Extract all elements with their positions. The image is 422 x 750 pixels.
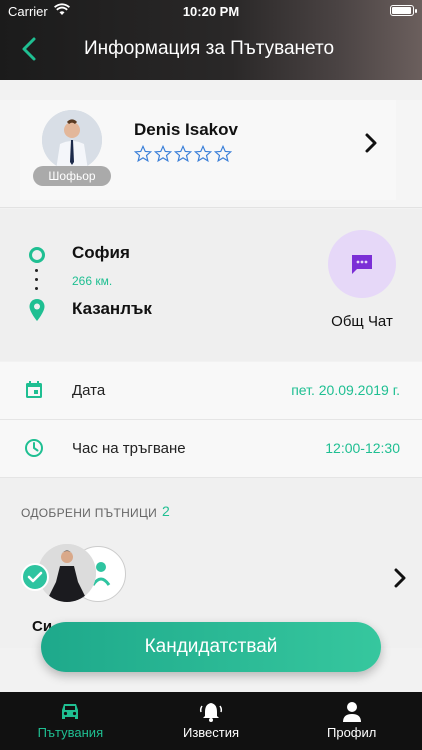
route-dots-icon [35,269,39,296]
star-icon [154,145,172,163]
date-label: Дата [72,382,106,399]
apply-button[interactable]: Кандидатствай [41,622,381,672]
car-icon [62,704,79,719]
departure-time-row: Час на тръгване 12:00-12:30 [0,420,422,478]
calendar-icon [26,381,42,398]
star-icon [214,145,232,163]
origin-circle-icon [29,247,45,263]
tab-bar: Пътувания Известия Профил [0,692,422,750]
date-row: Дата пет. 20.09.2019 г. [0,362,422,420]
route-section: София 266 км. Казанлък Общ Чат [0,209,422,361]
person-icon [342,702,361,722]
header-bar: Carrier 10:20 PM Информация за Пътуванет… [0,0,422,80]
driver-role-badge: Шофьор [33,166,111,186]
route-origin: София [72,243,130,262]
tab-profile[interactable]: Профил [281,692,422,750]
tab-trips[interactable]: Пътувания [0,692,141,750]
group-chat-button[interactable] [328,230,396,298]
tab-profile-label: Профил [327,725,377,740]
battery-level [392,7,411,14]
page-title: Информация за Пътуването [84,38,335,59]
group-chat-label: Общ Чат [331,313,393,330]
tab-notifications[interactable]: Известия [141,692,282,750]
driver-photo [42,110,102,170]
departure-time-value: 12:00-12:30 [325,440,400,456]
rating-stars [134,145,232,163]
departure-time-label: Час на тръгване [72,440,186,457]
driver-card[interactable]: Шофьор Denis Isakov [20,100,396,200]
location-pin-icon [29,299,45,321]
chevron-right-icon[interactable] [394,568,406,588]
approved-passengers-title: ОДОБРЕНИ ПЪТНИЦИ [21,506,158,520]
star-icon [134,145,152,163]
trip-info-list: Дата пет. 20.09.2019 г. Час на тръгване … [0,362,422,478]
driver-name: Denis Isakov [134,120,238,139]
approved-passengers-count: 2 [162,503,170,519]
route-destination: Казанлък [72,299,152,318]
approved-check-icon [21,563,49,591]
star-icon [174,145,192,163]
status-bar: Carrier 10:20 PM [0,0,422,22]
driver-section: Шофьор Denis Isakov [0,100,422,208]
battery-icon [390,5,417,16]
date-value: пет. 20.09.2019 г. [291,382,400,398]
clock-icon [25,439,43,457]
star-icon [194,145,212,163]
tab-notifications-label: Известия [182,725,240,740]
chevron-right-icon[interactable] [364,132,378,154]
route-distance: 266 км. [72,274,113,288]
back-arrow-icon[interactable] [18,36,42,62]
status-time: 10:20 PM [182,4,240,19]
chat-icon [352,255,372,274]
bell-icon [199,703,223,722]
driver-avatar [42,110,102,170]
tab-trips-label: Пътувания [37,725,104,740]
